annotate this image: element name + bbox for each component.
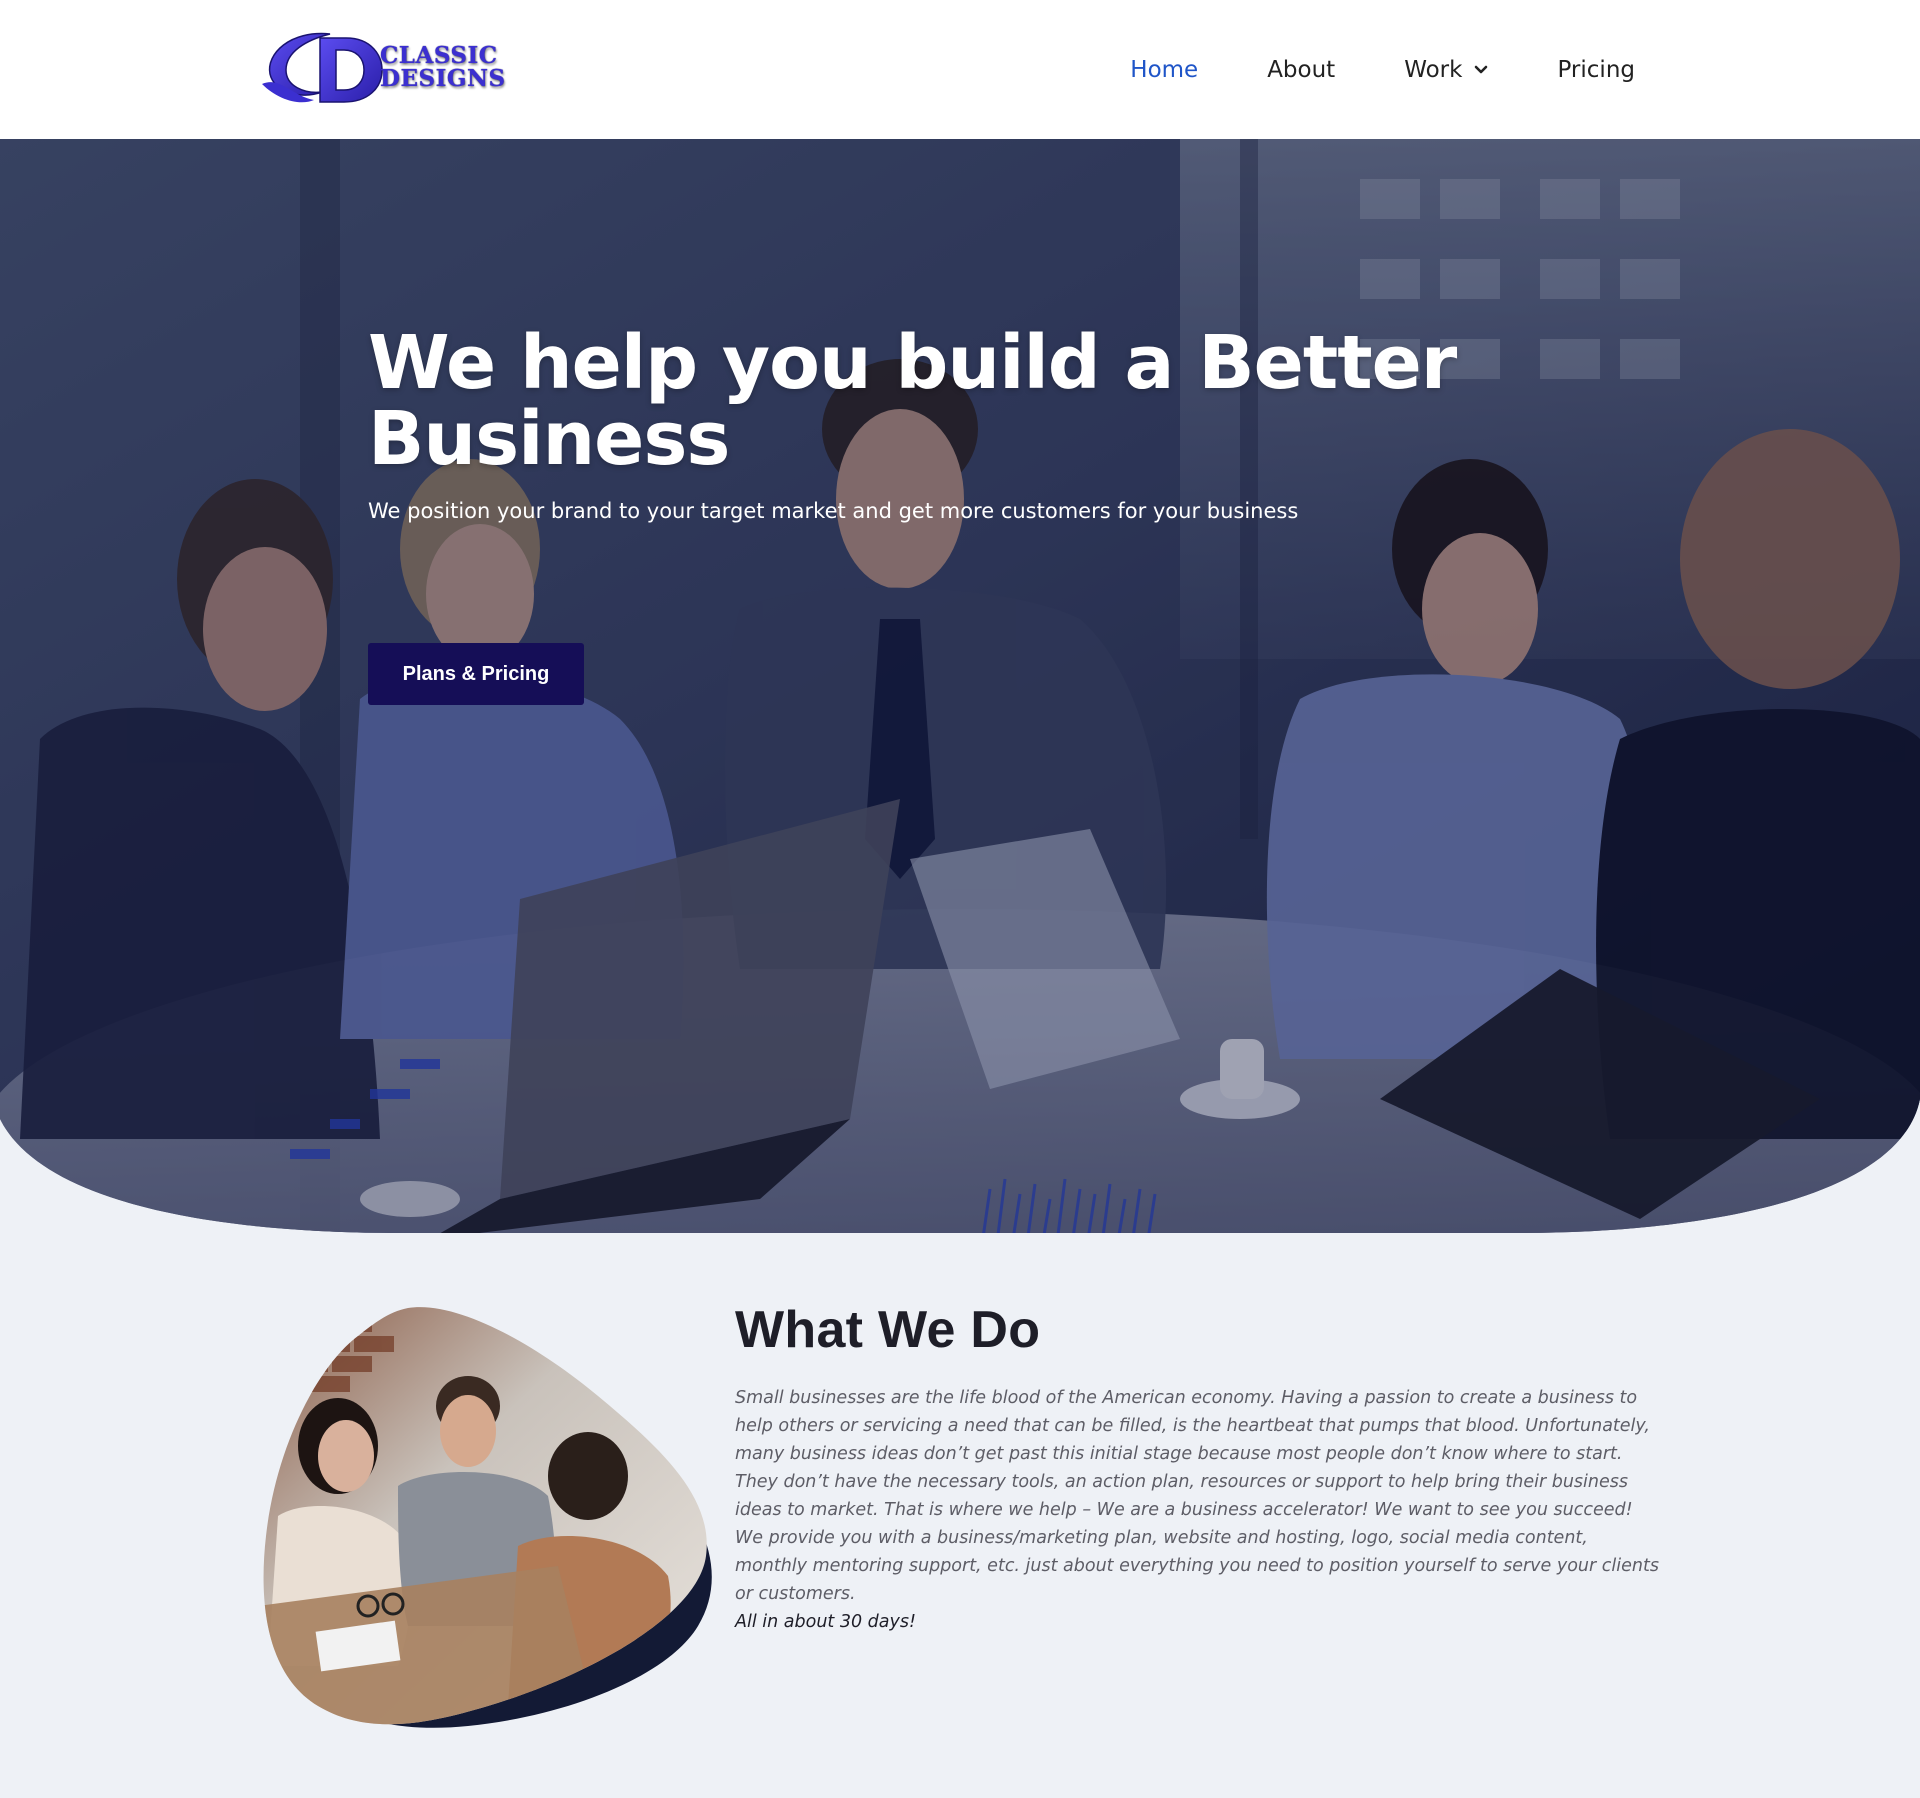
chevron-down-icon[interactable] [1474, 65, 1488, 75]
what-we-do-image [258, 1306, 714, 1728]
team-meeting-image [263, 1307, 712, 1728]
nav-home[interactable]: Home [1130, 57, 1198, 83]
what-we-do-text: What We Do Small businesses are the life… [735, 1300, 1665, 1636]
nav-about[interactable]: About [1267, 57, 1335, 83]
nav-work-label: Work [1404, 56, 1463, 83]
nav-pricing-label: Pricing [1557, 56, 1635, 83]
site-header: CLASSIC DESIGNS Home About Work Pricing [0, 0, 1920, 139]
logo-line-2: DESIGNS [380, 65, 506, 92]
logo-wordmark: CLASSIC DESIGNS [380, 44, 506, 90]
nav-pricing[interactable]: Pricing [1557, 57, 1635, 83]
hero-background-image [0, 139, 1920, 1233]
nav-home-label: Home [1130, 56, 1199, 83]
nav-about-label: About [1267, 56, 1336, 83]
what-we-do-closing: All in about 30 days! [735, 1612, 916, 1632]
hero-subtitle: We position your brand to your target ma… [368, 499, 1299, 523]
hero-section: We help you build a Better Business We p… [0, 139, 1920, 1233]
main-nav: Home About Work Pricing [1061, 0, 1635, 139]
what-we-do-body: Small businesses are the life blood of t… [735, 1388, 1659, 1604]
what-we-do-title: What We Do [735, 1301, 1041, 1359]
hero-title: We help you build a Better Business [368, 320, 1457, 482]
nav-work[interactable]: Work [1404, 57, 1488, 83]
plans-pricing-button[interactable]: Plans & Pricing [368, 643, 584, 705]
hero-content: We help you build a Better Business We p… [368, 320, 1468, 705]
logo-line-1: CLASSIC [380, 42, 498, 69]
brand-logo[interactable]: CLASSIC DESIGNS [260, 26, 510, 108]
